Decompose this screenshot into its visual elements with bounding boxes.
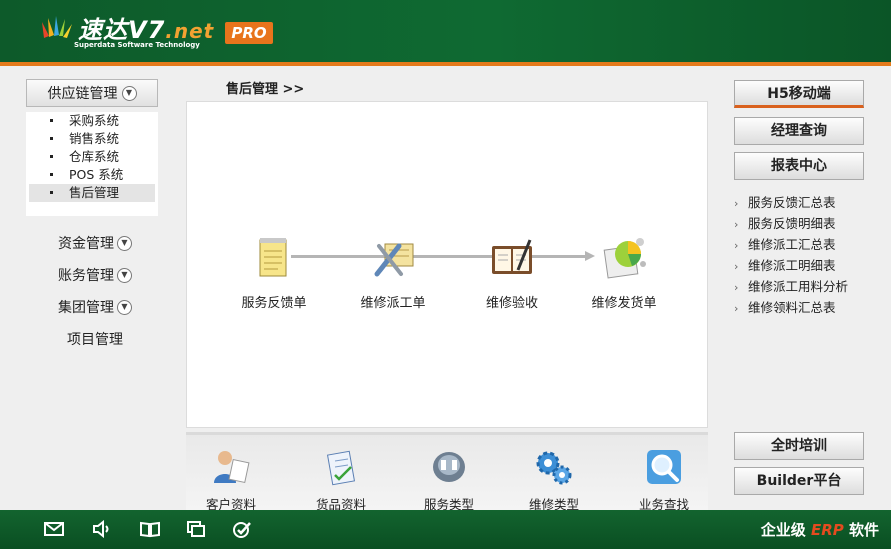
- funds-label: 资金管理: [58, 236, 114, 252]
- notepad-icon: [259, 238, 287, 277]
- sidebar-group-funds[interactable]: 资金管理 ▼: [40, 231, 150, 255]
- sidebar-group-group[interactable]: 集团管理 ▼: [40, 295, 150, 319]
- report-link-service-feedback-detail[interactable]: › 服务反馈明细表: [734, 213, 884, 234]
- sidebar-group-accounts[interactable]: 账务管理 ▼: [40, 263, 150, 287]
- window-icon[interactable]: [186, 520, 206, 538]
- app-header: 速达V7.net Superdata Software Technology P…: [0, 0, 891, 62]
- chevron-down-icon: ▼: [117, 235, 132, 251]
- report-list: › 服务反馈汇总表 › 服务反馈明细表 › 维修派工汇总表 › 维修派工明细表 › 维修派…: [734, 192, 884, 318]
- flow-step-repair-dispatch[interactable]: 维修派工单: [338, 234, 448, 311]
- chevron-right-icon: ›: [734, 218, 739, 231]
- chevron-right-icon: ›: [734, 302, 739, 315]
- notebook-icon: [492, 239, 532, 274]
- accounts-label: 账务管理: [58, 268, 114, 284]
- flow-step-label: 维修派工单: [360, 296, 426, 311]
- report-link-dispatch-material-analysis[interactable]: › 维修派工用料分析: [734, 276, 884, 297]
- pro-badge: PRO: [225, 22, 273, 44]
- supply-chain-label: 供应链管理: [47, 86, 118, 102]
- chevron-right-icon: ›: [734, 281, 739, 294]
- logo-fan-icon: [42, 16, 72, 38]
- flow-step-repair-acceptance[interactable]: 维修验收: [457, 234, 567, 311]
- flow-step-label: 维修发货单: [591, 296, 657, 311]
- tool-business-search[interactable]: 业务查找: [619, 447, 709, 513]
- app-footer: 企业级 ERP 软件: [0, 510, 891, 549]
- logo-name: 速达V7.net: [78, 16, 215, 44]
- quick-toolbar: 客户资料 货品资料 服务类型 维修类型 业务查找: [186, 432, 709, 513]
- clipboard-icon: [326, 450, 356, 486]
- check-icon[interactable]: [232, 520, 252, 538]
- sidebar-item-sales[interactable]: 销售系统: [29, 130, 155, 148]
- tool-repair-type[interactable]: 维修类型: [509, 447, 599, 513]
- report-link-dispatch-summary[interactable]: › 维修派工汇总表: [734, 234, 884, 255]
- supply-chain-button[interactable]: 供应链管理 ▼: [26, 79, 158, 107]
- manager-query-button[interactable]: 经理查询: [734, 117, 864, 145]
- mail-icon[interactable]: [44, 520, 64, 538]
- tool-service-type[interactable]: 服务类型: [404, 447, 494, 513]
- pie-chart-icon: [603, 238, 646, 279]
- report-link-dispatch-detail[interactable]: › 维修派工明细表: [734, 255, 884, 276]
- report-link-service-feedback-summary[interactable]: › 服务反馈汇总表: [734, 192, 884, 213]
- gears-icon: [536, 451, 572, 485]
- magnifier-icon: [647, 450, 681, 484]
- sidebar-item-pos[interactable]: POS 系统: [29, 166, 155, 184]
- logo-subtitle: Superdata Software Technology: [74, 41, 200, 49]
- flow-step-label: 服务反馈单: [241, 296, 307, 311]
- project-label: 项目管理: [67, 332, 123, 348]
- sidebar-item-warehouse[interactable]: 仓库系统: [29, 148, 155, 166]
- flow-step-repair-delivery[interactable]: 维修发货单: [569, 234, 679, 311]
- left-sidebar: 供应链管理 ▼ 采购系统 销售系统 仓库系统 POS 系统 售后管理 资金管理 …: [0, 66, 175, 510]
- h5-mobile-button[interactable]: H5移动端: [734, 80, 864, 108]
- report-link-material-summary[interactable]: › 维修领料汇总表: [734, 297, 884, 318]
- chevron-down-icon: ▼: [117, 267, 132, 283]
- flow-step-label: 维修验收: [485, 296, 538, 311]
- workflow-panel: 服务反馈单 维修派工单 维修验收 维修发货单: [186, 101, 708, 428]
- sidebar-item-after-sales[interactable]: 售后管理: [29, 184, 155, 202]
- footer-slogan: 企业级 ERP 软件: [760, 521, 879, 539]
- flow-step-service-feedback[interactable]: 服务反馈单: [219, 234, 329, 311]
- chevron-right-icon: ›: [734, 197, 739, 210]
- report-center-button[interactable]: 报表中心: [734, 152, 864, 180]
- tools-icon: [374, 243, 414, 277]
- breadcrumb: 售后管理 >>: [226, 82, 305, 97]
- supply-chain-submenu: 采购系统 销售系统 仓库系统 POS 系统 售后管理: [26, 112, 158, 216]
- tool-customer-data[interactable]: 客户资料: [186, 447, 276, 513]
- chevron-down-icon: ▼: [121, 85, 137, 101]
- tool-goods-data[interactable]: 货品资料: [296, 447, 386, 513]
- book-icon[interactable]: [140, 520, 160, 538]
- sidebar-item-project[interactable]: 项目管理: [40, 327, 150, 351]
- chevron-right-icon: ›: [734, 239, 739, 252]
- speaker-icon[interactable]: [92, 520, 112, 538]
- customer-icon: [214, 451, 250, 484]
- chevron-down-icon: ▼: [117, 299, 132, 315]
- group-label: 集团管理: [58, 300, 114, 316]
- sidebar-item-purchase[interactable]: 采购系统: [29, 112, 155, 130]
- chevron-right-icon: ›: [734, 260, 739, 273]
- builder-platform-button[interactable]: Builder平台: [734, 467, 864, 495]
- training-button[interactable]: 全时培训: [734, 432, 864, 460]
- service-icon: [433, 452, 465, 482]
